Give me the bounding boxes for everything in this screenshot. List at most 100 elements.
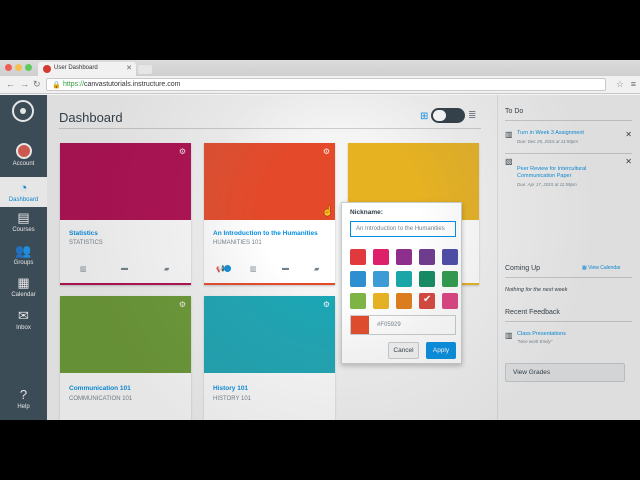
todo-link[interactable]: Peer Review for Intercultural Communicat… [517, 166, 612, 180]
canvas-logo-icon[interactable] [12, 100, 34, 122]
card-hero[interactable]: ⚙ [204, 143, 335, 220]
apply-button[interactable]: Apply [426, 342, 456, 359]
color-swatch[interactable] [442, 271, 458, 287]
nav-help-label: Help [17, 404, 30, 410]
card-settings-gear-icon[interactable]: ⚙ [323, 300, 330, 309]
todo-link[interactable]: Turn in Week 3 Assignment [517, 130, 612, 137]
card-settings-gear-icon[interactable]: ⚙ [179, 147, 186, 156]
card-hero[interactable]: ⚙ [60, 296, 191, 373]
forward-arrow-icon[interactable]: → [20, 79, 29, 89]
nickname-input[interactable]: An Introduction to the Humanities [350, 221, 456, 237]
hex-value[interactable]: #F05929 [377, 322, 401, 328]
global-navigation: Account ◔ Dashboard ▤ Courses 👥 Groups ▦… [0, 95, 47, 420]
course-card-history[interactable]: ⚙ History 101 HISTORY 101 [204, 296, 335, 420]
color-swatch[interactable] [373, 293, 389, 309]
color-swatch[interactable] [419, 271, 435, 287]
hex-color-field[interactable]: #F05929 [350, 315, 456, 335]
courses-icon: ▤ [17, 210, 30, 225]
right-sidebar: To Do ▥ Turn in Week 3 Assignment Due: D… [497, 95, 640, 420]
view-toggle[interactable] [431, 108, 465, 123]
card-hero[interactable]: ⚙ [60, 143, 191, 220]
coming-up-heading: Coming Up [505, 265, 541, 272]
cancel-button[interactable]: Cancel [388, 342, 419, 359]
peer-review-icon: ▧ [505, 157, 513, 166]
card-action-icons: 📢 1 ▥ ▬ ▰ [204, 265, 335, 275]
course-card-statistics[interactable]: ⚙ Statistics STATISTICS ▥ ▬ ▰ [60, 143, 191, 285]
files-icon[interactable]: ▰ [314, 265, 319, 273]
bookmark-star-icon[interactable]: ☆ [616, 79, 624, 90]
maximize-window-button[interactable] [25, 64, 32, 71]
discussions-icon[interactable]: ▬ [121, 265, 128, 272]
card-settings-gear-icon[interactable]: ⚙ [179, 300, 186, 309]
color-swatch[interactable] [350, 249, 366, 265]
color-swatch[interactable] [396, 271, 412, 287]
color-swatch[interactable] [373, 249, 389, 265]
color-swatch[interactable] [419, 249, 435, 265]
account-avatar [15, 143, 32, 159]
minimize-window-button[interactable] [15, 64, 22, 71]
toggle-knob [433, 110, 446, 121]
browser-menu-icon[interactable]: ≡ [631, 79, 636, 89]
card-title[interactable]: Communication 101 [69, 385, 131, 392]
course-card-humanities[interactable]: ⚙ An Introduction to the Humanities HUMA… [204, 143, 335, 285]
assignments-icon[interactable]: ▥ [250, 265, 257, 273]
nav-calendar[interactable]: ▦ Calendar [0, 275, 47, 299]
canvas-app: Account ◔ Dashboard ▤ Courses 👥 Groups ▦… [0, 95, 640, 420]
dismiss-todo-icon[interactable]: ✕ [625, 130, 632, 139]
card-title[interactable]: An Introduction to the Humanities [213, 230, 318, 237]
card-view-icon[interactable]: ⊞ [420, 111, 428, 122]
color-swatch[interactable]: ✔ [419, 293, 435, 309]
card-settings-gear-icon[interactable]: ⚙ [323, 147, 330, 156]
address-toolbar: ← → ↻ 🔒 https://canvastutorials.instruct… [0, 76, 640, 94]
discussions-icon[interactable]: ▬ [282, 265, 289, 272]
assignments-icon[interactable]: ▥ [80, 265, 87, 273]
close-window-button[interactable] [5, 64, 12, 71]
video-frame: User Dashboard ✕ ← → ↻ 🔒 https://canvast… [0, 0, 640, 480]
course-card-communication[interactable]: ⚙ Communication 101 COMMUNICATION 101 [60, 296, 191, 420]
todo-divider [505, 120, 632, 121]
back-arrow-icon[interactable]: ← [6, 79, 15, 89]
files-icon[interactable]: ▰ [164, 265, 169, 273]
nav-inbox-label: Inbox [16, 325, 31, 331]
color-swatch[interactable] [442, 249, 458, 265]
calendar-icon: ▦ [17, 275, 30, 290]
help-icon: ? [19, 387, 28, 402]
nav-help[interactable]: ? Help [0, 387, 47, 411]
selected-check-icon: ✔ [423, 294, 432, 305]
view-grades-button[interactable]: View Grades [505, 363, 625, 382]
nav-account-label: Account [12, 161, 35, 167]
color-swatch[interactable] [396, 249, 412, 265]
nav-dashboard-label: Dashboard [8, 197, 39, 203]
nav-dashboard[interactable]: ◔ Dashboard [0, 177, 47, 207]
browser-tab[interactable]: User Dashboard ✕ [38, 62, 136, 76]
tab-close-icon[interactable]: ✕ [126, 64, 132, 72]
card-hero[interactable]: ⚙ [204, 296, 335, 373]
nav-groups[interactable]: 👥 Groups [0, 244, 47, 267]
mouse-cursor-icon: ☝ [322, 206, 334, 216]
dismiss-todo-icon[interactable]: ✕ [625, 157, 632, 166]
new-tab-button[interactable] [138, 65, 152, 74]
nav-inbox[interactable]: ✉ Inbox [0, 309, 47, 332]
card-title[interactable]: Statistics [69, 230, 98, 237]
nav-account[interactable]: Account [0, 143, 47, 175]
url-scheme: https:// [63, 81, 85, 88]
feedback-comment: "Nice work Emily" [517, 339, 553, 344]
url-host: canvastutorials.instructure.com [84, 81, 181, 88]
list-view-icon[interactable]: ≣ [468, 110, 476, 121]
tab-title: User Dashboard [54, 65, 98, 71]
color-swatch[interactable] [442, 293, 458, 309]
nav-groups-label: Groups [13, 260, 34, 266]
reload-icon[interactable]: ↻ [33, 79, 41, 90]
nav-courses-label: Courses [12, 227, 35, 233]
nav-courses[interactable]: ▤ Courses [0, 210, 47, 234]
color-swatch[interactable] [396, 293, 412, 309]
color-swatch[interactable] [373, 271, 389, 287]
view-calendar-link[interactable]: ▦ View Calendar [582, 265, 621, 271]
url-bar[interactable]: 🔒 https://canvastutorials.instructure.co… [46, 78, 606, 91]
color-swatch[interactable] [350, 271, 366, 287]
view-calendar-label: View Calendar [588, 265, 621, 271]
color-swatch[interactable] [350, 293, 366, 309]
feedback-link[interactable]: Class Presentations [517, 331, 566, 337]
card-title[interactable]: History 101 [213, 385, 248, 392]
feedback-divider [505, 321, 632, 322]
